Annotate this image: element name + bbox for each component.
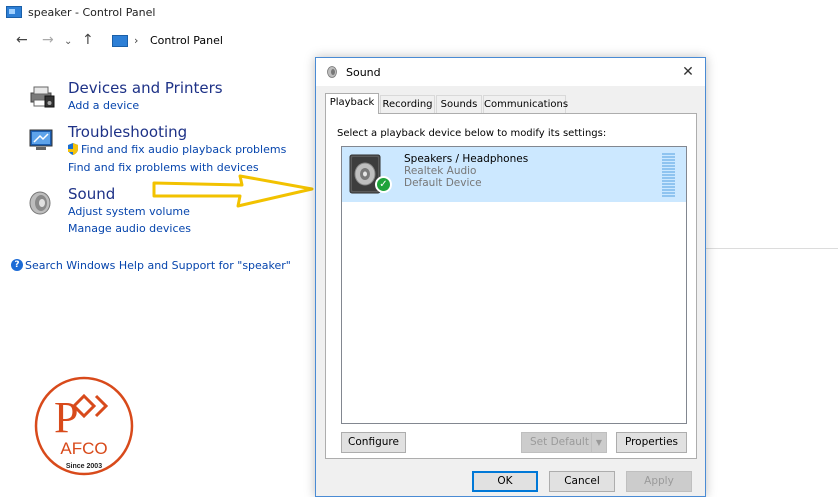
sound-dialog-icon (327, 66, 339, 78)
configure-button[interactable]: Configure (341, 432, 406, 453)
control-panel-icon (112, 35, 128, 47)
level-meter (662, 153, 675, 197)
playback-tab-panel: Select a playback device below to modify… (325, 113, 697, 459)
device-driver: Realtek Audio (404, 165, 477, 177)
pafco-logo: P AFCO Since 2003 (34, 376, 134, 476)
troubleshooting-link[interactable]: Troubleshooting (68, 123, 187, 141)
printer-icon[interactable] (28, 84, 56, 110)
dialog-title: Sound (346, 66, 381, 79)
tab-sounds[interactable]: Sounds (436, 95, 482, 113)
tab-recording[interactable]: Recording (380, 95, 435, 113)
breadcrumb-control-panel[interactable]: Control Panel (150, 34, 223, 47)
manage-audio-devices-link[interactable]: Manage audio devices (68, 222, 191, 235)
fix-audio-playback-link[interactable]: Find and fix audio playback problems (81, 143, 286, 156)
forward-arrow-icon[interactable]: → (42, 32, 54, 48)
close-icon[interactable]: ✕ (676, 62, 700, 82)
apply-button[interactable]: Apply (626, 471, 692, 492)
devices-and-printers-link[interactable]: Devices and Printers (68, 79, 223, 97)
logo-letters: AFCO (60, 439, 107, 458)
help-icon[interactable]: ? (11, 259, 23, 271)
device-name: Speakers / Headphones (404, 153, 529, 165)
list-item[interactable]: ✓ Speakers / Headphones Realtek Audio De… (342, 147, 686, 202)
speaker-icon[interactable] (28, 190, 56, 216)
cancel-button[interactable]: Cancel (549, 471, 615, 492)
set-default-button[interactable]: Set Default ▼ (521, 432, 607, 453)
divider (706, 248, 838, 249)
sound-dialog: Sound ✕ Playback Recording Sounds Commun… (315, 57, 706, 497)
add-device-link[interactable]: Add a device (68, 99, 139, 112)
up-arrow-icon[interactable]: ↑ (82, 32, 94, 48)
dropdown-arrow-icon[interactable]: ▼ (591, 433, 606, 452)
sound-link[interactable]: Sound (68, 185, 115, 203)
breadcrumb-separator-icon[interactable]: › (134, 34, 138, 47)
tab-playback[interactable]: Playback (325, 93, 379, 114)
control-panel-icon (6, 6, 22, 18)
window-title: speaker - Control Panel (28, 6, 156, 19)
search-help-link[interactable]: Search Windows Help and Support for "spe… (25, 259, 291, 272)
troubleshooting-icon[interactable] (28, 127, 56, 153)
annotation-arrow-icon (150, 168, 318, 213)
logo-since: Since 2003 (66, 463, 102, 470)
back-arrow-icon[interactable]: ← (16, 32, 28, 48)
properties-button[interactable]: Properties (616, 432, 687, 453)
ok-button[interactable]: OK (472, 471, 538, 492)
shield-icon (67, 143, 79, 155)
recent-locations-chevron-icon[interactable]: ⌄ (64, 34, 72, 50)
device-status: Default Device (404, 177, 482, 189)
instruction-text: Select a playback device below to modify… (337, 128, 607, 139)
logo-initial: P (54, 393, 78, 442)
set-default-label: Set Default (530, 436, 589, 448)
playback-device-list[interactable]: ✓ Speakers / Headphones Realtek Audio De… (341, 146, 687, 424)
default-device-check-icon: ✓ (375, 176, 392, 193)
tab-communications[interactable]: Communications (483, 95, 568, 113)
